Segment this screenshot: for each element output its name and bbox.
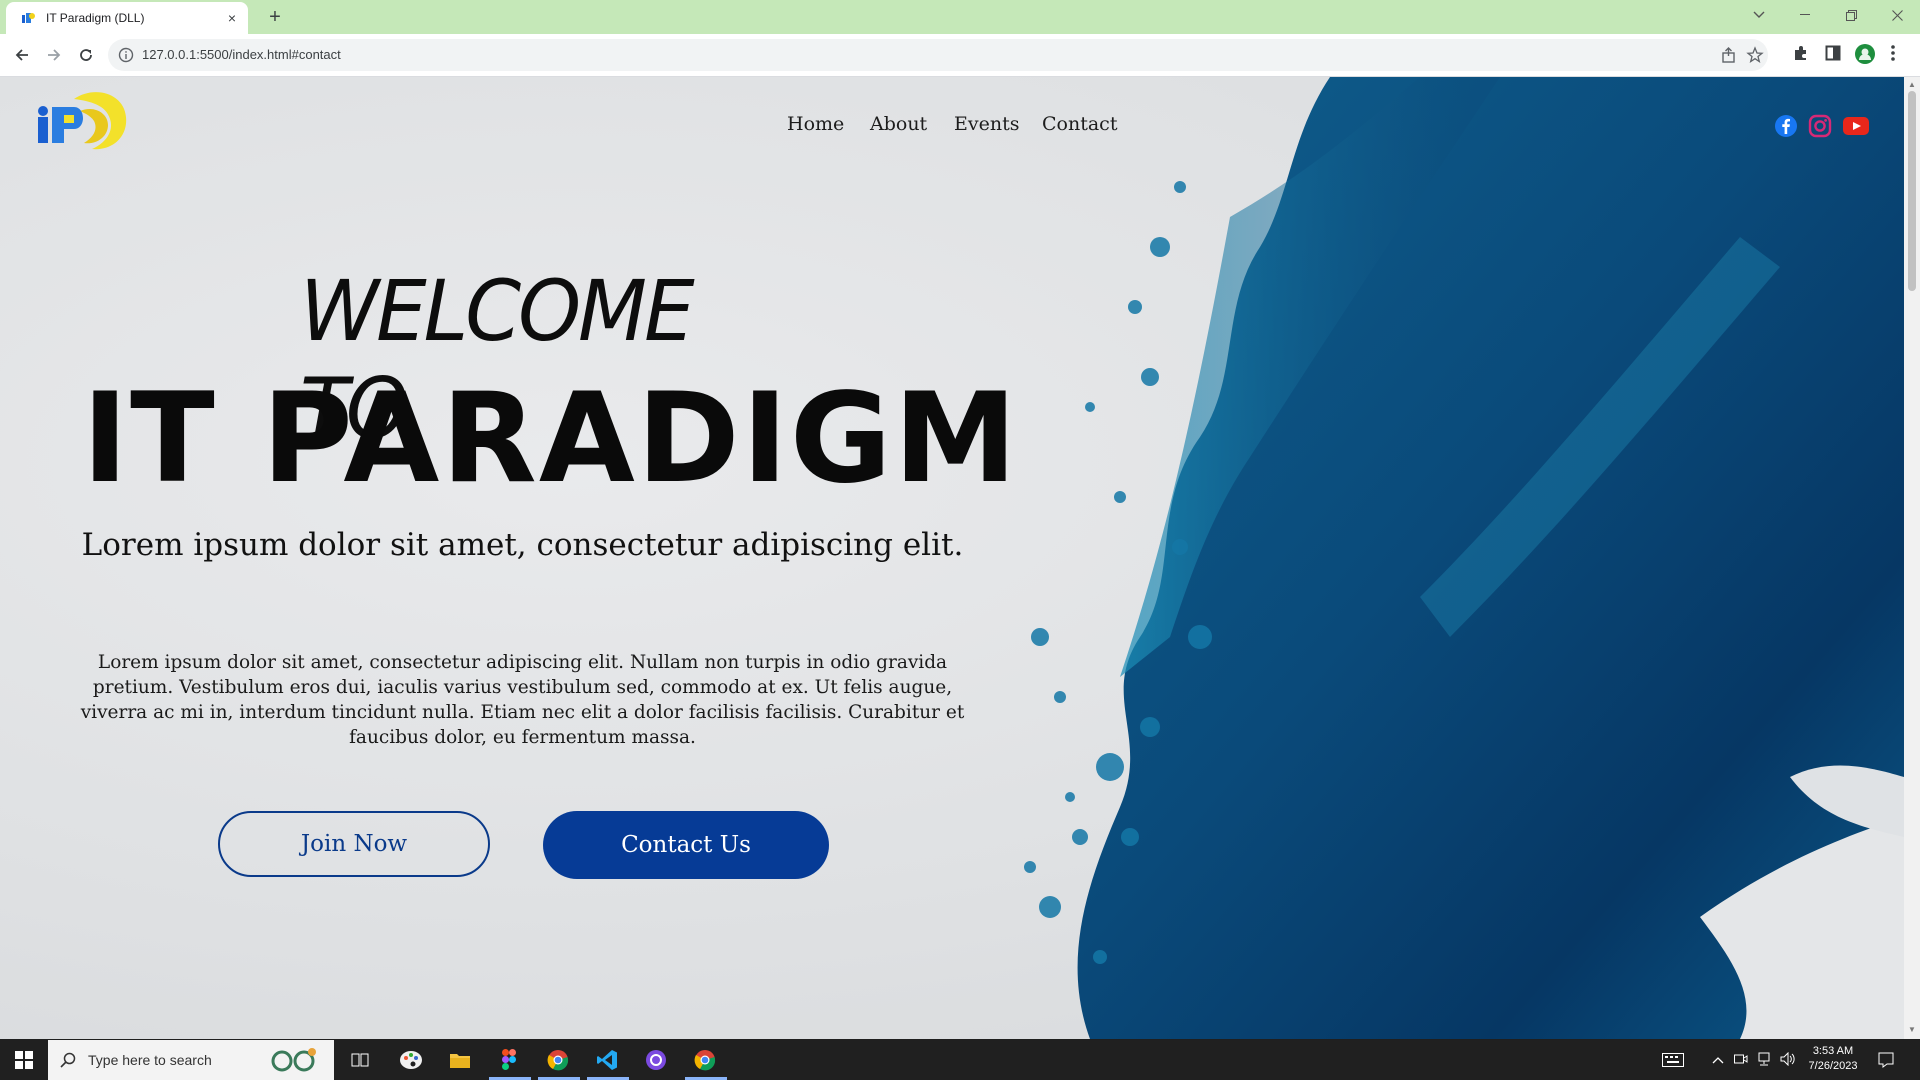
site-title: IT PARADIGM [82, 367, 1020, 511]
tab-close-icon[interactable]: × [228, 10, 236, 26]
reload-icon[interactable] [74, 43, 98, 67]
contact-us-button[interactable]: Contact Us [543, 811, 829, 879]
close-window-icon[interactable] [1874, 0, 1920, 30]
instagram-icon[interactable] [1808, 114, 1832, 138]
volume-icon[interactable] [1780, 1051, 1796, 1069]
share-icon[interactable] [1720, 46, 1738, 69]
back-arrow-icon[interactable] [10, 43, 34, 67]
youtube-icon[interactable] [1842, 114, 1872, 138]
profile-avatar-icon[interactable] [1855, 44, 1875, 69]
tab-title: IT Paradigm (DLL) [46, 11, 145, 25]
nav-events-link[interactable]: Events [954, 113, 1019, 135]
bookmark-star-icon[interactable] [1746, 46, 1764, 69]
browser-tabstrip: IT Paradigm (DLL) × + [0, 0, 1920, 34]
search-placeholder: Type here to search [88, 1052, 212, 1068]
nav-home-link[interactable]: Home [787, 113, 844, 135]
file-explorer-icon[interactable] [446, 1046, 474, 1074]
windows-start-icon[interactable] [0, 1040, 48, 1080]
clock-time: 3:53 AM [1812, 1045, 1854, 1057]
address-bar[interactable]: 127.0.0.1:5500/index.html#contact [108, 39, 1768, 71]
side-panel-icon[interactable] [1824, 44, 1842, 67]
scroll-up-arrow-icon[interactable]: ▲ [1908, 80, 1916, 89]
scrollbar-thumb[interactable] [1908, 91, 1916, 291]
site-favicon-icon [20, 10, 36, 26]
restore-icon[interactable] [1828, 0, 1874, 30]
browser-tab[interactable]: IT Paradigm (DLL) × [6, 2, 248, 34]
scroll-down-arrow-icon[interactable]: ▼ [1908, 1025, 1916, 1034]
notification-icon[interactable] [1878, 1052, 1894, 1071]
vscode-icon[interactable] [593, 1046, 621, 1074]
it-paradigm-logo[interactable] [34, 85, 134, 161]
figma-icon[interactable] [495, 1046, 523, 1074]
github-desktop-icon[interactable] [642, 1046, 670, 1074]
meet-now-icon[interactable] [1734, 1052, 1748, 1069]
chrome-profile-icon[interactable] [691, 1046, 719, 1074]
keyboard-layout-icon[interactable] [1662, 1052, 1684, 1071]
windows-taskbar: Type here to search 3:53 AM 7/26/2023 [0, 1040, 1920, 1080]
nav-contact-link[interactable]: Contact [1042, 113, 1117, 135]
new-tab-button[interactable]: + [262, 4, 288, 30]
site-info-icon[interactable] [118, 47, 134, 68]
forward-arrow-icon[interactable] [42, 43, 66, 67]
minimize-icon[interactable] [1782, 0, 1828, 30]
facebook-icon[interactable] [1774, 114, 1798, 138]
chrome-app-icon[interactable] [544, 1046, 572, 1074]
browser-toolbar: 127.0.0.1:5500/index.html#contact [0, 34, 1920, 77]
join-now-button[interactable]: Join Now [218, 811, 490, 877]
clock-date: 7/26/2023 [1808, 1060, 1858, 1072]
hero-subtitle: Lorem ipsum dolor sit amet, consectetur … [81, 527, 964, 563]
paint-app-icon[interactable] [397, 1046, 425, 1074]
tray-chevron-up-icon[interactable] [1712, 1052, 1724, 1067]
extensions-puzzle-icon[interactable] [1792, 44, 1810, 67]
page-scrollbar[interactable]: ▲ ▼ [1904, 77, 1920, 1039]
url-text: 127.0.0.1:5500/index.html#contact [142, 47, 341, 62]
taskbar-search-box[interactable]: Type here to search [48, 1040, 334, 1080]
hero-paragraph: Lorem ipsum dolor sit amet, consectetur … [80, 652, 965, 748]
chrome-menu-icon[interactable] [1890, 44, 1896, 67]
taskbar-clock[interactable]: 3:53 AM 7/26/2023 [1804, 1044, 1862, 1074]
website-viewport: Home About Events Contact WELCOME TO IT … [0, 77, 1904, 1039]
nav-about-link[interactable]: About [870, 113, 927, 135]
tab-search-chevron-icon[interactable] [1736, 0, 1782, 30]
search-icon [60, 1052, 76, 1073]
search-highlight-icon [264, 1046, 324, 1079]
task-view-icon[interactable] [346, 1046, 374, 1074]
network-icon[interactable] [1756, 1052, 1772, 1069]
